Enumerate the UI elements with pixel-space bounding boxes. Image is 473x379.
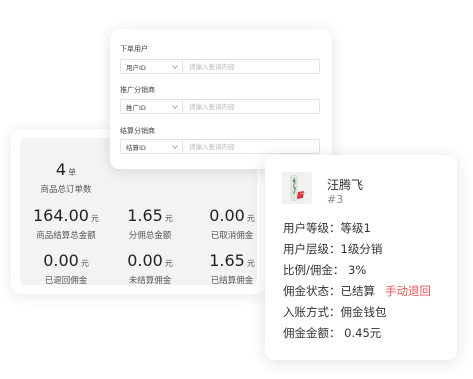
stat-value: 4 bbox=[55, 160, 67, 179]
stat-unit: 元 bbox=[164, 259, 173, 268]
filter-row-settler: 结算ID bbox=[120, 139, 320, 154]
stat-label: 未结算佣金 bbox=[128, 276, 172, 286]
stat-unit: 单 bbox=[68, 168, 77, 177]
settler-input[interactable] bbox=[183, 140, 319, 153]
chevron-down-icon bbox=[172, 142, 178, 149]
stat-label: 已退回佣金 bbox=[44, 276, 88, 286]
stat-label: 已取消佣金 bbox=[210, 231, 254, 241]
stat-value: 0.00 bbox=[127, 251, 163, 270]
chevron-down-icon bbox=[172, 62, 178, 69]
user-detail-card: 汪腾飞 #3 用户等级：等级1 用户层级：1级分销 比例/佣金： 3% 佣金状态… bbox=[265, 155, 457, 360]
stat-unit: 元 bbox=[80, 259, 89, 268]
user-name: 汪腾飞 bbox=[327, 178, 364, 192]
select-value: 结算ID bbox=[126, 143, 146, 152]
filter-label-order-user: 下单用户 bbox=[120, 45, 148, 53]
filter-card: 下单用户 用户ID 推广分销商 推广ID 结算分销商 结算ID bbox=[110, 29, 332, 169]
stat-returned-commission: 0.00 元 已退回佣金 bbox=[26, 251, 106, 287]
stat-value: 164.00 bbox=[33, 206, 89, 225]
info-status-row: 佣金状态：已结算 手动退回 bbox=[283, 283, 431, 299]
stat-unsettled-commission: 0.00 元 未结算佣金 bbox=[110, 251, 190, 287]
info-user-level: 用户等级：等级1 bbox=[283, 221, 371, 235]
info-status: 佣金状态：已结算 bbox=[283, 284, 375, 298]
stat-settled-commission: 1.65 元 已结算佣金 bbox=[192, 251, 272, 287]
stat-value: 0.00 bbox=[43, 251, 79, 270]
promoter-select[interactable]: 推广ID bbox=[121, 100, 183, 113]
filter-label-promoter: 推广分销商 bbox=[120, 86, 155, 94]
stat-unit: 元 bbox=[246, 214, 255, 223]
filter-row-order-user: 用户ID bbox=[120, 59, 320, 74]
stat-value: 1.65 bbox=[209, 251, 245, 270]
promoter-input[interactable] bbox=[183, 100, 319, 113]
stat-label: 已结算佣金 bbox=[210, 276, 254, 286]
select-value: 用户ID bbox=[126, 63, 146, 72]
info-amount: 佣金金额： 0.45元 bbox=[283, 326, 382, 340]
stat-settle-total: 164.00 元 商品结算总金额 bbox=[26, 206, 106, 242]
order-user-input[interactable] bbox=[183, 60, 319, 73]
stat-unit: 元 bbox=[90, 214, 99, 223]
product-thumbnail-icon bbox=[282, 172, 312, 204]
info-user-tier: 用户层级：1级分销 bbox=[283, 242, 383, 256]
stat-unit: 元 bbox=[246, 259, 255, 268]
stat-value: 1.65 bbox=[127, 206, 163, 225]
user-id: #3 bbox=[327, 193, 344, 206]
chevron-down-icon bbox=[172, 102, 178, 109]
filter-label-settler: 结算分销商 bbox=[120, 127, 155, 135]
stat-value: 0.00 bbox=[209, 206, 245, 225]
stat-label: 商品总订单数 bbox=[40, 185, 92, 195]
stat-cancelled-commission: 0.00 元 已取消佣金 bbox=[192, 206, 272, 242]
info-account: 入账方式：佣金钱包 bbox=[283, 305, 387, 319]
order-user-select[interactable]: 用户ID bbox=[121, 60, 183, 73]
info-ratio: 比例/佣金： 3% bbox=[283, 263, 367, 277]
avatar bbox=[282, 172, 312, 204]
settler-select[interactable]: 结算ID bbox=[121, 140, 183, 153]
stat-label: 分佣总金额 bbox=[128, 231, 172, 241]
stat-commission-total: 1.65 元 分佣总金额 bbox=[110, 206, 190, 242]
select-value: 推广ID bbox=[126, 103, 146, 112]
stat-unit: 元 bbox=[164, 214, 173, 223]
filter-row-promoter: 推广ID bbox=[120, 99, 320, 114]
manual-refund-link[interactable]: 手动退回 bbox=[385, 284, 431, 298]
stat-label: 商品结算总金额 bbox=[36, 231, 96, 241]
stat-order-count: 4单 商品总订单数 bbox=[26, 160, 106, 196]
